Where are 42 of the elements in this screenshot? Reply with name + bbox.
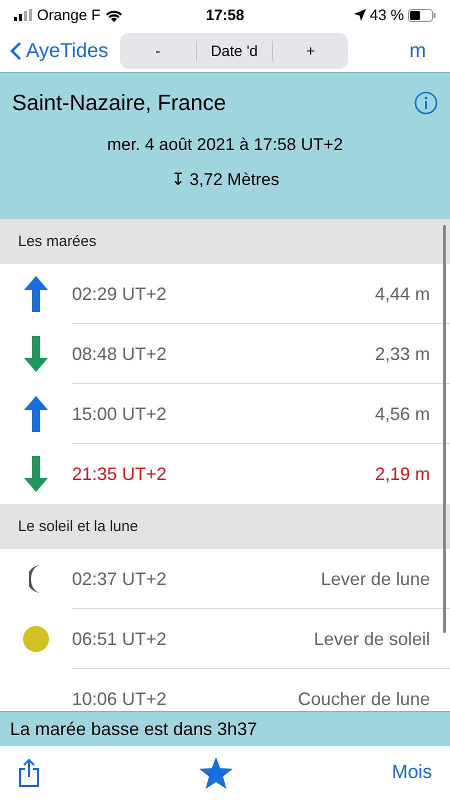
current-height: ↧ 3,72 Mètres [170,169,280,190]
stepper-segment[interactable]: - [120,37,196,65]
wifi-icon [105,8,124,22]
banner-text: La marée basse est dans 3h37 [10,718,258,740]
info-icon[interactable] [414,91,438,115]
event-time: 06:51 UT+2 [72,628,168,650]
event-value: Coucher de lune [298,688,430,710]
up-arrow-icon [24,276,48,312]
favorite-star-icon[interactable] [198,757,233,789]
share-icon[interactable] [18,759,40,787]
signal-icon [14,9,32,21]
clock-time: 17:58 [206,6,244,24]
battery-percent: 43 % [370,6,404,24]
carrier-name: Orange F [37,6,100,24]
unit-button[interactable]: m [403,38,432,64]
event-value: 2,19 m [374,464,430,484]
back-button[interactable]: AyeTides [10,40,108,62]
stepper-segment[interactable]: + [272,37,348,65]
location-icon [354,9,366,21]
event-time: 02:37 UT+2 [72,568,168,590]
down-arrow-icon [24,336,48,372]
current-datetime: mer. 4 août 2021 à 17:58 UT+2 [106,135,344,155]
down-arrow-icon [24,456,48,492]
event-value: 4,56 m [374,404,430,424]
location-title: Saint-Nazaire, France [12,90,226,116]
stepper-segment[interactable]: Date 'd [196,37,272,65]
event-time: 08:48 UT+2 [72,344,168,364]
event-time: 02:29 UT+2 [72,284,168,304]
event-value: 2,33 m [374,344,430,364]
event-time: 10:06 UT+2 [72,688,168,710]
sun-icon [23,626,49,652]
event-time: 21:35 UT+2 [72,464,168,484]
back-chevron-icon [10,41,22,61]
event-value: 4,44 m [374,284,430,304]
event-value: Lever de soleil [314,628,430,650]
section-header: Le soleil et la lune [0,504,450,549]
section-header: Les marées [0,219,450,264]
event-time: 15:00 UT+2 [72,404,168,424]
event-value: Lever de lune [320,568,430,590]
battery-icon [408,8,436,22]
up-arrow-icon [24,396,48,432]
month-button[interactable]: Mois [392,762,432,784]
